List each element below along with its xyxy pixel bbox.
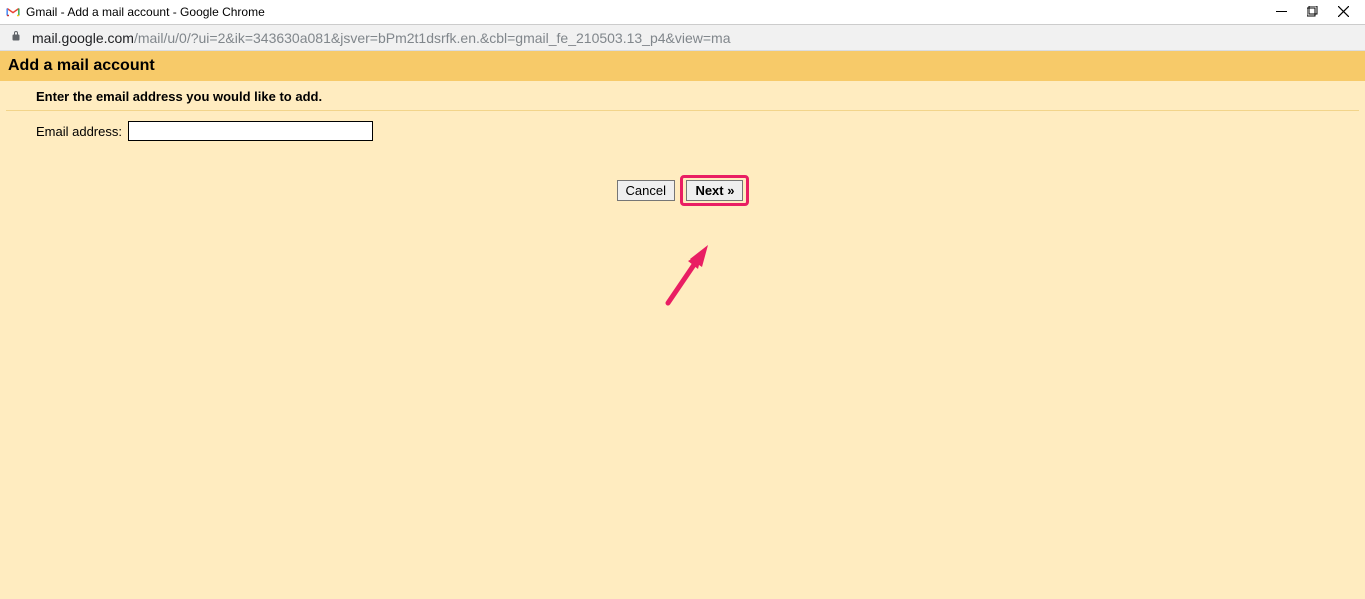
window-titlebar: Gmail - Add a mail account - Google Chro…	[0, 0, 1365, 25]
button-row: Cancel Next »	[0, 175, 1365, 206]
url-host: mail.google.com	[32, 30, 134, 46]
maximize-icon[interactable]	[1307, 4, 1318, 20]
next-button[interactable]: Next »	[686, 180, 743, 201]
window-controls	[1276, 4, 1359, 20]
instruction-text: Enter the email address you would like t…	[6, 81, 1359, 111]
annotation-highlight: Next »	[680, 175, 749, 206]
gmail-icon	[6, 5, 20, 19]
url-path: /mail/u/0/?ui=2&ik=343630a081&jsver=bPm2…	[134, 30, 731, 46]
window-title: Gmail - Add a mail account - Google Chro…	[26, 5, 265, 19]
page-body: Add a mail account Enter the email addre…	[0, 51, 1365, 599]
cancel-button[interactable]: Cancel	[617, 180, 675, 201]
close-icon[interactable]	[1338, 4, 1349, 20]
page-title: Add a mail account	[0, 51, 1365, 81]
email-field[interactable]	[128, 121, 373, 141]
annotation-arrow-icon	[660, 241, 740, 321]
address-bar[interactable]: mail.google.com/mail/u/0/?ui=2&ik=343630…	[0, 25, 1365, 51]
email-row: Email address:	[0, 111, 1365, 141]
lock-icon	[10, 30, 22, 45]
minimize-icon[interactable]	[1276, 4, 1287, 20]
email-label: Email address:	[36, 124, 122, 139]
